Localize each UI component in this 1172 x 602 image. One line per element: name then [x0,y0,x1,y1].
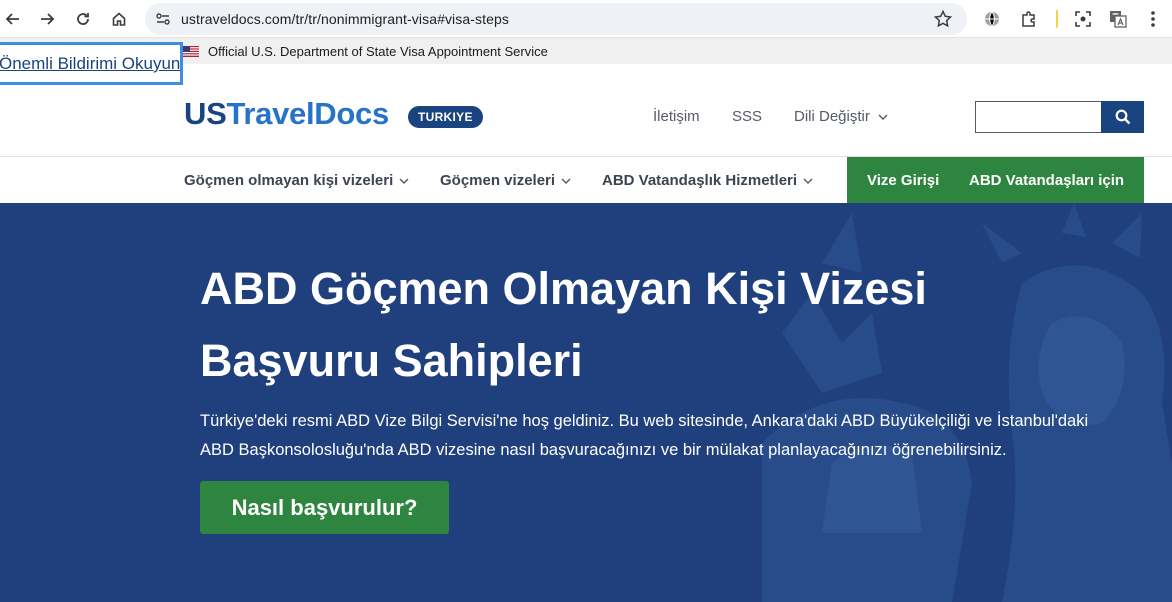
chevron-down-icon [399,178,409,185]
globe-icon[interactable] [982,9,1002,29]
change-language-label[interactable]: Dili Değiştir [794,108,870,125]
hero-title-line-1: ABD Göçmen Olmayan Kişi Vizesi [200,263,927,314]
nav-citizen-services[interactable]: ABD Vatandaşlık Hizmetleri [602,172,813,189]
search-button[interactable] [1101,101,1144,133]
hero-section: ABD Göçmen Olmayan Kişi Vizesi Başvuru S… [0,203,1172,602]
hero-title: ABD Göçmen Olmayan Kişi Vizesi Başvuru S… [200,253,1000,397]
change-language-link[interactable]: Dili Değiştir [794,108,888,125]
back-arrow-icon[interactable] [2,8,24,30]
reload-icon[interactable] [72,8,94,30]
site-logo[interactable]: USTravelDocs [184,96,389,132]
hero-intro-line-1: Türkiye'deki resmi ABD Vize Bilgi Servis… [200,412,1089,430]
hero-title-line-2: Başvuru Sahipleri [200,335,583,386]
us-flag-icon [183,46,199,57]
chevron-down-icon [561,178,571,185]
country-badge: TURKIYE [408,106,483,128]
visa-login-link[interactable]: Vize Girişi [867,172,939,189]
contact-link[interactable]: İletişim [653,108,700,125]
nav-nonimmigrant-visas[interactable]: Göçmen olmayan kişi vizeleri [184,172,409,189]
toolbar-separator [1056,10,1058,28]
translate-icon[interactable] [1108,9,1128,29]
official-banner-text: Official U.S. Department of State Visa A… [208,44,548,59]
search-input[interactable] [975,101,1101,133]
faq-link[interactable]: SSS [732,108,762,125]
nav-nonimmigrant-visas-label[interactable]: Göçmen olmayan kişi vizeleri [184,172,393,189]
main-navigation: Göçmen olmayan kişi vizeleri Göçmen vize… [0,157,1172,203]
important-notice-label[interactable]: Önemli Bildirimi Okuyun [0,54,180,74]
screenshot-icon[interactable] [1073,9,1093,29]
site-settings-icon[interactable] [155,11,171,27]
chevron-down-icon [878,114,888,120]
green-nav-bar: Vize Girişi ABD Vatandaşları için [847,157,1144,203]
bookmark-star-icon[interactable] [933,9,953,29]
logo-accent[interactable]: TravelDocs [226,96,389,131]
logo-primary[interactable]: US [184,96,227,131]
forward-arrow-icon[interactable] [36,8,58,30]
hero-intro: Türkiye'deki resmi ABD Vize Bilgi Servis… [200,407,1100,465]
home-icon[interactable] [108,8,130,30]
address-bar[interactable]: ustraveldocs.com/tr/tr/nonimmigrant-visa… [145,3,967,35]
extensions-puzzle-icon[interactable] [1019,9,1039,29]
important-notice-link[interactable]: Önemli Bildirimi Okuyun [0,42,183,85]
us-citizens-link[interactable]: ABD Vatandaşları için [969,172,1124,189]
url-text[interactable]: ustraveldocs.com/tr/tr/nonimmigrant-visa… [181,11,509,27]
chevron-down-icon [803,178,813,185]
nav-immigrant-visas-label[interactable]: Göçmen vizeleri [440,172,555,189]
menu-dots-icon[interactable] [1143,9,1163,29]
nav-citizen-services-label[interactable]: ABD Vatandaşlık Hizmetleri [602,172,797,189]
nav-immigrant-visas[interactable]: Göçmen vizeleri [440,172,571,189]
hero-intro-line-2: ABD Başkonsolosluğu'nda ABD vizesine nas… [200,441,1007,459]
browser-toolbar: ustraveldocs.com/tr/tr/nonimmigrant-visa… [0,0,1172,38]
how-to-apply-button[interactable]: Nasıl başvurulur? [200,481,449,534]
search-icon [1115,109,1130,125]
